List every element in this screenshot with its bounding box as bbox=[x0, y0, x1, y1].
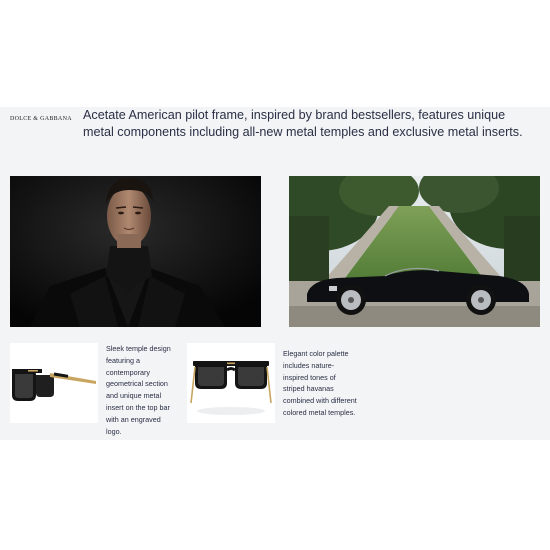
model-illustration bbox=[10, 176, 261, 327]
car-photo bbox=[289, 176, 540, 327]
car-illustration bbox=[289, 176, 540, 327]
feature-caption-temple: Sleek temple design featuring a contempo… bbox=[106, 344, 171, 436]
model-photo bbox=[10, 176, 261, 327]
sunglasses-side-view bbox=[10, 343, 98, 423]
feature-caption-palette: Elegant color palette includes nature-in… bbox=[283, 349, 357, 417]
product-description: Acetate American pilot frame, inspired b… bbox=[83, 108, 523, 139]
brand-logo: DOLCE & GABBANA bbox=[10, 116, 72, 122]
sunglasses-front-illustration bbox=[190, 361, 272, 415]
sunglasses-front-view bbox=[187, 343, 275, 423]
sunglasses-side-illustration bbox=[12, 369, 96, 401]
